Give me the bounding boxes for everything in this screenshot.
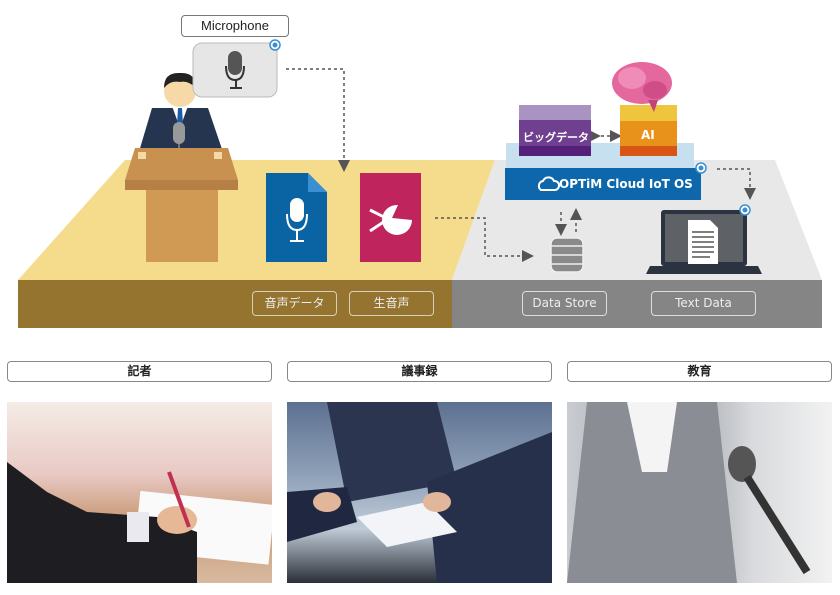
meeting-photo <box>287 402 552 583</box>
text-data-label: Text Data <box>651 291 756 316</box>
brain-icon <box>612 62 672 112</box>
bigdata-label: ビッグデータ <box>523 131 589 144</box>
microphone-device <box>192 39 281 98</box>
diagram-root: Microphone OPTiM Cloud IoT OS ビッグデータ AI … <box>0 0 840 595</box>
journalist-photo <box>7 402 272 583</box>
mic-to-file-arrow <box>286 68 350 172</box>
microphone-label: Microphone <box>181 15 289 37</box>
database-icon <box>550 237 584 273</box>
system-diagram <box>18 39 822 328</box>
text-document-icon <box>688 220 718 264</box>
raw-voice-label: 生音声 <box>349 291 434 316</box>
usecase-header-journalist: 記者 <box>7 361 272 382</box>
raw-voice-icon <box>360 173 421 262</box>
usecase-header-education: 教育 <box>567 361 832 382</box>
cloud-os-label: OPTiM Cloud IoT OS <box>559 177 693 191</box>
usecase-header-minutes: 議事録 <box>287 361 552 382</box>
audio-file-icon <box>266 173 327 262</box>
education-speaker-photo <box>567 402 832 583</box>
yellow-platform-top <box>18 160 495 280</box>
data-store-label: Data Store <box>522 291 607 316</box>
ai-label: AI <box>641 128 655 142</box>
gray-platform-front <box>452 280 822 328</box>
audio-data-label: 音声データ <box>252 291 337 316</box>
